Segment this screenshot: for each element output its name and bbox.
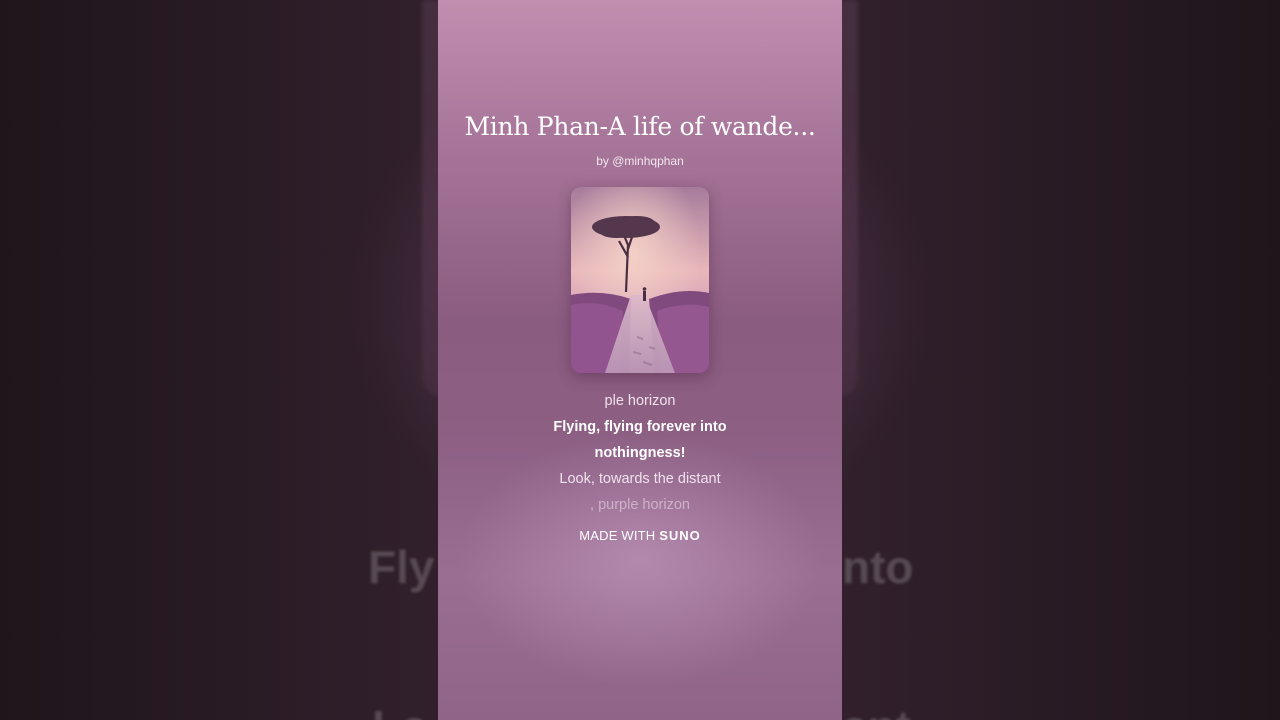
lyric-upcoming-line: , purple horizon — [590, 497, 690, 513]
blurred-lyric-left: Fly — [368, 541, 435, 593]
blurred-lyric-right: nto — [842, 541, 914, 593]
made-with-suno-badge: MADE WITH SUNO — [438, 528, 842, 543]
lyric-current-line-1: Flying, flying forever into — [553, 419, 727, 435]
lyric-previous-line: ple horizon — [604, 393, 676, 409]
album-cover — [571, 187, 709, 373]
song-title: Minh Phan-A life of wande... — [464, 112, 816, 141]
artist-byline: by @minhqphan — [596, 154, 684, 168]
lyrics-block: ple horizon Flying, flying forever into … — [438, 388, 842, 518]
suno-brand: SUNO — [659, 528, 701, 543]
blurred-lyric-bottom-right: ant — [842, 700, 911, 720]
video-frame: Fly nto Lo ant Minh Phan-A life of wande… — [0, 0, 1280, 720]
made-with-label: MADE WITH — [579, 528, 656, 543]
lyric-current-line-2: nothingness! — [594, 445, 686, 461]
lyric-next-line: Look, towards the distant — [559, 471, 721, 487]
album-cover-tree-path-image — [571, 187, 709, 373]
blurred-lyric-bottom-left: Lo — [372, 700, 428, 720]
song-panel: Minh Phan-A life of wande... by @minhqph… — [438, 0, 842, 720]
